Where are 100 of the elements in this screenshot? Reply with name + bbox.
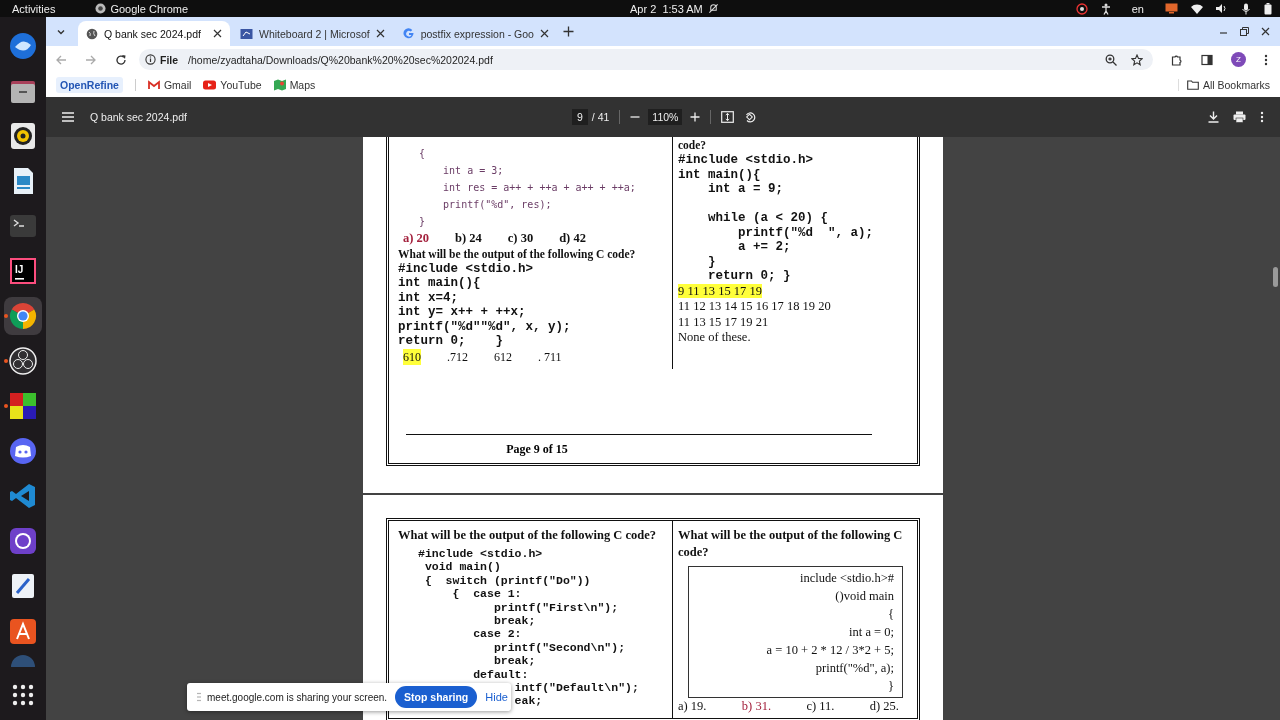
hide-button[interactable]: Hide (483, 689, 510, 705)
code-line: int y= x++ + ++x; (398, 305, 526, 320)
app-menu[interactable]: Google Chrome (95, 2, 189, 15)
document-title: Q bank sec 2024.pdf (90, 111, 187, 123)
browser-tab[interactable]: postfix expression - Goo (394, 21, 557, 46)
answer-option: . 711 (538, 348, 562, 365)
answer-option: 11 12 13 14 15 16 17 18 19 20 (678, 299, 831, 313)
code-line: { (419, 146, 426, 161)
code-line: #include <stdio.h> (678, 153, 814, 168)
code-line: { (887, 606, 894, 623)
code-line: case 2: (473, 627, 522, 641)
language-indicator[interactable]: en (1131, 2, 1144, 15)
close-icon[interactable] (539, 29, 549, 38)
code-line: while (a < 20) { (708, 211, 829, 226)
code-line: #include <stdio.h> (398, 261, 534, 276)
print-icon[interactable] (1233, 111, 1246, 123)
answer-option: c) 30 (507, 229, 534, 246)
close-icon[interactable] (213, 29, 222, 38)
code-line: return 0; } (398, 334, 504, 349)
address-bar[interactable]: File /home/zyadtaha/Downloads/Q%20bank%20%20sec%202024.pdf (139, 49, 1153, 70)
scrollbar-thumb[interactable] (1273, 267, 1278, 287)
google-icon (402, 27, 415, 40)
more-options-icon[interactable] (1260, 111, 1264, 123)
zoom-field[interactable]: 110% (648, 109, 683, 125)
volume-icon[interactable] (1216, 3, 1228, 14)
rotate-icon[interactable] (744, 111, 757, 123)
code-line: break; (493, 654, 536, 668)
browser-icon (95, 3, 107, 14)
menu-icon[interactable] (62, 112, 74, 122)
code-line: } (887, 678, 894, 695)
bookmark-chip[interactable]: OpenRefine (56, 77, 123, 93)
restore-icon[interactable] (1240, 27, 1249, 36)
star-icon[interactable] (1131, 53, 1143, 66)
browser-tab[interactable]: Whiteboard 2 | Microsof (232, 21, 393, 46)
code-line: { switch (printf("Do")) (424, 573, 591, 588)
code-line: printf("Second\n"); (493, 640, 626, 655)
stop-sharing-button[interactable]: Stop sharing (395, 686, 478, 708)
answer-option: .712 (447, 348, 468, 365)
page-footer: Page 9 of 15 (506, 442, 568, 456)
answer-option: c) 11. (806, 698, 835, 714)
play-icon (203, 80, 217, 90)
record-icon[interactable] (1075, 2, 1088, 15)
wifi-icon[interactable] (1191, 3, 1203, 14)
page-count: / 41 (591, 111, 610, 123)
code-line: printf("%d""%d", x, y); (398, 319, 571, 334)
code-line: } (708, 254, 716, 269)
answer-option: d) 42 (559, 229, 586, 246)
question-text: code? (678, 138, 708, 153)
close-icon[interactable] (1261, 27, 1270, 36)
code-line: #include <stdio.h> (418, 547, 543, 561)
map-icon (273, 79, 286, 91)
folder-icon (1186, 80, 1199, 90)
browser-tab[interactable]: Q bank sec 2024.pdf (78, 21, 230, 46)
site-info-chip[interactable]: File (145, 53, 179, 66)
side-panel-icon[interactable] (1201, 53, 1213, 66)
code-line: eak; (514, 694, 543, 708)
answer-option: 9 11 13 15 17 19 (678, 283, 762, 298)
plus-icon[interactable] (562, 26, 574, 37)
bell-off-icon (708, 3, 719, 14)
all-bookmarks-button[interactable]: All Bookmarks (1177, 79, 1270, 91)
code-line: int a = 0; (848, 624, 894, 641)
whiteboard-icon (240, 27, 253, 40)
tab-title: postfix expression - Goo (420, 27, 534, 40)
fit-page-icon[interactable] (721, 111, 735, 123)
answer-option: 610 (403, 348, 421, 365)
accessibility-icon[interactable] (1100, 2, 1111, 15)
page-number-field[interactable]: 9 (572, 109, 588, 125)
code-line: { case 1: (452, 587, 522, 601)
code-line: a = 10 + 2 * 12 / 3*2 + 5; (765, 642, 894, 659)
answer-option: d) 25. (869, 698, 899, 714)
code-line: return 0; } (708, 269, 791, 284)
code-line: printf("First\n"); (493, 600, 619, 615)
answer-option: None of these. (678, 330, 751, 344)
sharing-message: meet.google.com is sharing your screen. (207, 691, 388, 703)
bookmark-link[interactable]: Maps (273, 79, 316, 91)
zoom-in-icon[interactable] (690, 112, 701, 122)
zoom-icon[interactable] (1105, 53, 1117, 66)
bookmark-link[interactable]: Gmail (147, 79, 192, 91)
puzzle-icon[interactable] (1171, 53, 1183, 66)
clock[interactable]: Apr 2 1:53 AM (630, 2, 703, 15)
info-icon (145, 54, 156, 65)
code-line: printf("%d", a); (814, 660, 894, 677)
download-icon[interactable] (1208, 111, 1219, 123)
screen-share-icon[interactable] (1165, 3, 1178, 14)
code-line: int a = 3; (443, 163, 504, 178)
profile-avatar[interactable]: Z (1231, 52, 1246, 67)
drag-handle-icon[interactable] (197, 692, 201, 702)
reload-icon[interactable] (115, 53, 127, 66)
microphone-icon[interactable] (1241, 2, 1251, 15)
menu-icon[interactable] (1264, 53, 1268, 66)
code-line: ()void main (834, 588, 894, 605)
close-icon[interactable] (375, 29, 385, 38)
envelope-icon (147, 80, 160, 90)
battery-icon[interactable] (1264, 2, 1272, 15)
code-line: printf("%d", res); (443, 197, 552, 212)
code-line: default: (473, 667, 529, 682)
activities-button[interactable]: Activities (12, 2, 56, 15)
bookmark-link[interactable]: YouTube (203, 79, 262, 91)
answer-option: 11 13 15 17 19 21 (678, 314, 769, 329)
question-text: What will be the output of the following C code? (398, 527, 657, 544)
